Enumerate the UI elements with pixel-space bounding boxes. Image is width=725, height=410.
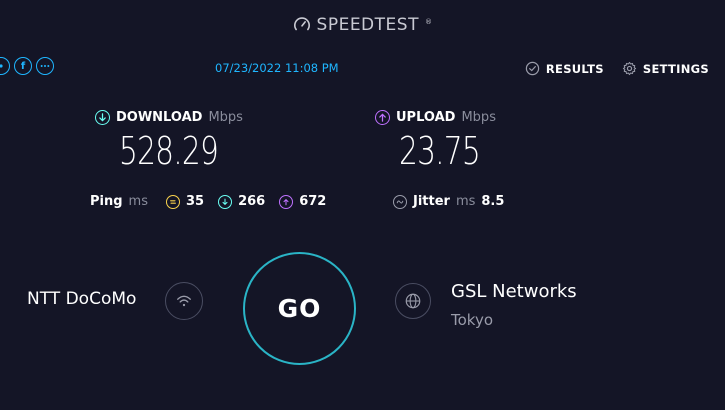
isp-name: NTT DoCoMo xyxy=(27,289,137,309)
ping-idle-icon xyxy=(165,194,180,209)
brand-mark: ® xyxy=(424,18,433,26)
download-arrow-icon xyxy=(95,110,110,125)
facebook-icon[interactable]: f xyxy=(14,57,32,75)
ping-idle: 35 xyxy=(165,194,205,209)
gear-icon xyxy=(622,61,636,76)
go-button[interactable]: GO xyxy=(243,252,356,365)
ping-upload: 672 xyxy=(279,194,326,209)
results-link[interactable]: RESULTS xyxy=(525,61,604,76)
check-circle-icon xyxy=(525,61,540,76)
wifi-icon xyxy=(177,295,191,307)
globe-icon xyxy=(405,293,421,309)
download-title: DOWNLOAD xyxy=(116,110,203,125)
server-location: Tokyo xyxy=(451,311,493,329)
upload-arrow-icon xyxy=(375,110,390,125)
brand-header[interactable]: SPEEDTEST ® xyxy=(0,15,725,35)
upload-unit: Mbps xyxy=(461,110,496,125)
settings-label: SETTINGS xyxy=(642,61,709,76)
settings-link[interactable]: SETTINGS xyxy=(622,61,709,76)
jitter-unit: ms xyxy=(455,194,476,209)
ping-upload-value: 672 xyxy=(299,194,327,209)
ping-download-icon xyxy=(218,194,233,209)
upload-label: UPLOAD Mbps xyxy=(375,110,496,125)
speedtest-logo-icon xyxy=(293,17,310,31)
brand-name: SPEEDTEST xyxy=(316,15,419,35)
ping-download: 266 xyxy=(218,194,265,209)
ping-download-value: 266 xyxy=(238,194,266,209)
jitter-row: Jitter ms 8.5 xyxy=(393,194,504,209)
share-buttons: f xyxy=(0,57,54,75)
test-datetime: 07/23/2022 11:08 PM xyxy=(215,61,339,75)
jitter-value: 8.5 xyxy=(481,194,505,209)
server-name[interactable]: GSL Networks xyxy=(451,281,577,302)
speedtest-result-page: SPEEDTEST ® f 07/23/2022 11:08 PM RESULT… xyxy=(0,0,725,410)
top-nav: RESULTS SETTINGS xyxy=(525,61,709,76)
share-icon[interactable] xyxy=(0,57,10,75)
more-icon[interactable] xyxy=(36,57,54,75)
download-unit: Mbps xyxy=(208,110,243,125)
upload-value: 23.75 xyxy=(399,129,481,173)
ping-idle-value: 35 xyxy=(185,194,205,209)
change-server-button[interactable] xyxy=(395,283,431,319)
upload-title: UPLOAD xyxy=(396,110,456,125)
jitter-icon xyxy=(393,194,407,209)
ping-unit: ms xyxy=(128,194,148,209)
connection-type-button[interactable] xyxy=(165,282,203,320)
ping-upload-icon xyxy=(279,194,294,209)
facebook-glyph: f xyxy=(20,60,26,72)
jitter-label: Jitter xyxy=(413,194,450,209)
download-value: 528.29 xyxy=(119,129,219,173)
ping-row: Ping ms 35 266 672 xyxy=(90,194,340,209)
download-label: DOWNLOAD Mbps xyxy=(95,110,243,125)
ping-label: Ping xyxy=(90,194,123,209)
results-label: RESULTS xyxy=(545,61,604,76)
